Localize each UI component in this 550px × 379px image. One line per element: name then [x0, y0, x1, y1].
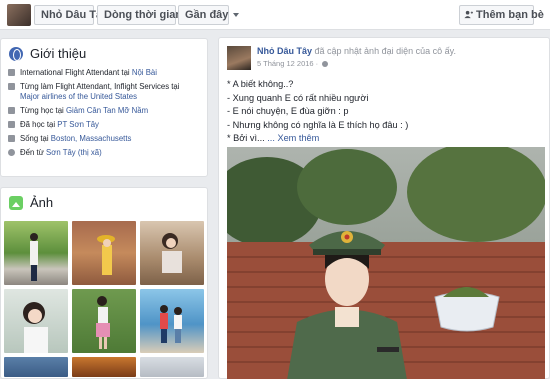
photo-thumbnail[interactable]	[140, 289, 204, 353]
chevron-down-icon	[233, 13, 240, 18]
post-author-line: Nhỏ Dâu Tây đã cập nhật ảnh đại diện của…	[257, 46, 456, 56]
intro-item-text: International Flight Attendant tại	[20, 68, 132, 77]
post-action-text: đã cập nhật ảnh đại diện của cô ấy.	[312, 46, 456, 56]
intro-item-link[interactable]: Nội Bài	[132, 68, 157, 77]
intro-card: Giới thiệu International Flight Attendan…	[0, 38, 208, 177]
intro-item-lives: Sống tại Boston, Massachusetts	[8, 134, 201, 144]
location-pin-icon	[8, 149, 15, 156]
intro-list: International Flight Attendant tại Nội B…	[1, 65, 207, 158]
post-date-text: 5 Tháng 12 2016 ·	[257, 59, 321, 68]
graduation-cap-icon	[8, 121, 15, 128]
photo-thumbnail[interactable]	[72, 289, 136, 353]
briefcase-icon	[8, 83, 15, 90]
globe-icon	[9, 46, 23, 61]
post-photo[interactable]	[227, 147, 545, 379]
photo-thumbnail[interactable]	[140, 221, 204, 285]
photo-thumbnail[interactable]	[140, 357, 204, 377]
profile-name-button[interactable]: Nhỏ Dâu Tây	[34, 5, 108, 25]
public-globe-icon	[322, 61, 329, 67]
profile-nav-bar: Nhỏ Dâu Tây Dòng thời gian Gần đây Thêm …	[0, 0, 550, 30]
photo-thumbnail[interactable]	[72, 221, 136, 285]
post-author-avatar[interactable]	[227, 46, 251, 70]
recent-label: Gần đây	[185, 9, 229, 21]
intro-item-link[interactable]: Sơn Tây (thị xã)	[46, 148, 102, 157]
timeline-dropdown[interactable]: Dòng thời gian	[97, 5, 194, 25]
photo-thumbnail[interactable]	[4, 289, 68, 353]
intro-item-link[interactable]: Boston, Massachusetts	[51, 134, 132, 143]
add-friend-label: Thêm bạn bè	[476, 9, 544, 21]
photo-icon	[9, 195, 23, 210]
post-card: Nhỏ Dâu Tây đã cập nhật ảnh đại diện của…	[218, 37, 550, 379]
photo-thumbnail[interactable]	[72, 357, 136, 377]
post-line: * A biết không..?	[227, 79, 294, 89]
briefcase-icon	[8, 69, 15, 76]
see-more-link[interactable]: ... Xem thêm	[267, 133, 319, 143]
intro-title: Giới thiệu	[30, 46, 87, 61]
post-date[interactable]: 5 Tháng 12 2016 ·	[257, 59, 329, 68]
intro-item-text: Đến từ	[20, 148, 47, 157]
recent-dropdown[interactable]: Gần đây	[178, 5, 240, 25]
post-last-line: * Bởi vì...	[227, 133, 268, 144]
post-author-name[interactable]: Nhỏ Dâu Tây	[257, 46, 312, 56]
post-line: - Nhưng không có nghĩa là E thích họ đâu…	[227, 119, 409, 130]
intro-item-text: Sống tại	[20, 134, 51, 143]
intro-item-text: Từng học tại	[20, 106, 66, 115]
timeline-label: Dòng thời gian	[104, 9, 183, 21]
intro-item-link[interactable]: PT Sơn Tây	[57, 120, 99, 129]
add-friend-button[interactable]: Thêm bạn bè	[459, 5, 544, 25]
profile-thumbnail[interactable]	[7, 4, 31, 26]
home-icon	[8, 135, 15, 142]
intro-item-work: International Flight Attendant tại Nội B…	[8, 68, 201, 78]
post-header: Nhỏ Dâu Tây đã cập nhật ảnh đại diện của…	[227, 46, 547, 72]
post-line: - E nói chuyện, E đùa giỡn : p	[227, 106, 349, 117]
intro-item-link[interactable]: Giảm Cân Tan Mỡ Nầm	[66, 106, 148, 115]
photo-thumbnail[interactable]	[4, 221, 68, 285]
intro-item-text: Đã học tại	[20, 120, 58, 129]
post-text: * A biết không..? - Xung quanh E có rất …	[227, 78, 545, 146]
intro-item-from: Đến từ Sơn Tây (thị xã)	[8, 148, 201, 158]
post-line: * Bởi vì... ... Xem thêm	[227, 132, 545, 146]
intro-item-text: Từng làm Flight Attendant, Inflight Serv…	[20, 82, 180, 91]
intro-item-school: Đã học tại PT Sơn Tây	[8, 120, 201, 130]
photo-thumbnail[interactable]	[4, 357, 68, 377]
photos-title[interactable]: Ảnh	[30, 195, 53, 210]
add-friend-icon	[464, 10, 473, 19]
graduation-cap-icon	[8, 107, 15, 114]
intro-item-link[interactable]: Major airlines of the United States	[20, 92, 137, 101]
intro-item-past-work: Từng làm Flight Attendant, Inflight Serv…	[8, 82, 201, 102]
intro-item-studied: Từng học tại Giảm Cân Tan Mỡ Nầm	[8, 106, 201, 116]
photos-card: Ảnh	[0, 187, 208, 379]
post-line: - Xung quanh E có rất nhiều người	[227, 92, 369, 103]
